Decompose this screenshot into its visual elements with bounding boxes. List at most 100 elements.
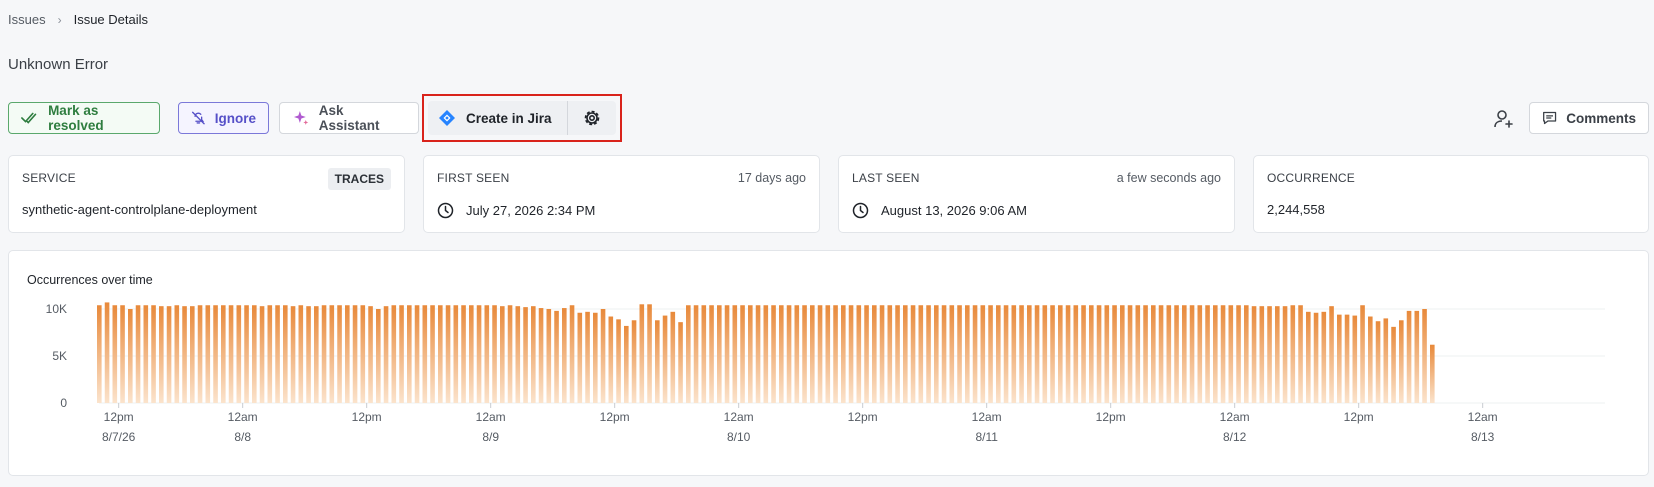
chart-bar[interactable]	[972, 305, 978, 403]
chart-bar[interactable]	[445, 305, 451, 403]
chart-bar[interactable]	[1228, 305, 1234, 403]
chart-bar[interactable]	[221, 305, 226, 403]
chart-bar[interactable]	[608, 316, 614, 403]
chart-bar[interactable]	[864, 305, 869, 403]
chart-bar[interactable]	[314, 306, 319, 403]
chart-bar[interactable]	[1003, 305, 1009, 403]
comments-button[interactable]: Comments	[1529, 102, 1649, 134]
chart-bar[interactable]	[259, 306, 265, 403]
chart-bar[interactable]	[1189, 305, 1195, 403]
chart-bar[interactable]	[275, 305, 280, 403]
chart-bar[interactable]	[647, 304, 652, 403]
chart-bar[interactable]	[538, 308, 544, 403]
chart-bar[interactable]	[438, 305, 443, 403]
chart-bar[interactable]	[903, 305, 908, 403]
chart-bar[interactable]	[1011, 305, 1017, 403]
chart-bar[interactable]	[1205, 305, 1210, 403]
chart-bar[interactable]	[174, 305, 180, 403]
chart-bar[interactable]	[329, 305, 335, 403]
chart-bar[interactable]	[352, 305, 358, 403]
chart-bar[interactable]	[1282, 306, 1288, 403]
chart-bar[interactable]	[724, 305, 730, 403]
chart-bar[interactable]	[1321, 311, 1327, 403]
chart-bar[interactable]	[879, 305, 885, 403]
chart-bar[interactable]	[1251, 306, 1257, 403]
chart-bar[interactable]	[1027, 305, 1032, 403]
chart-bar[interactable]	[1267, 306, 1272, 403]
chart-bar[interactable]	[182, 306, 187, 403]
chart-bar[interactable]	[1166, 305, 1172, 403]
chart-bar[interactable]	[1143, 305, 1148, 403]
chart-bar[interactable]	[856, 305, 862, 403]
chart-bar[interactable]	[399, 305, 404, 403]
chart-bar[interactable]	[670, 311, 676, 403]
chart-bar[interactable]	[794, 305, 800, 403]
chart-bar[interactable]	[213, 305, 218, 403]
chart-bar[interactable]	[1236, 305, 1241, 403]
chart-bar[interactable]	[1213, 305, 1218, 403]
chart-bar[interactable]	[1104, 305, 1110, 403]
chart-bar[interactable]	[918, 305, 924, 403]
chart-bar[interactable]	[453, 305, 459, 403]
chart-bar[interactable]	[1081, 305, 1086, 403]
chart-bar[interactable]	[779, 305, 784, 403]
chart-bar[interactable]	[500, 306, 505, 403]
chart-bar[interactable]	[1065, 305, 1071, 403]
chart-bar[interactable]	[554, 310, 559, 403]
chart-bar[interactable]	[1360, 305, 1365, 403]
chart-bar[interactable]	[414, 305, 420, 403]
chart-bar[interactable]	[283, 305, 288, 403]
chart-bar[interactable]	[1042, 305, 1048, 403]
chart-bar[interactable]	[306, 306, 311, 403]
chart-bar[interactable]	[771, 305, 776, 403]
chart-bar[interactable]	[1344, 314, 1350, 403]
chart-bar[interactable]	[569, 305, 575, 403]
chart-bar[interactable]	[104, 302, 110, 403]
breadcrumb-issues-link[interactable]: Issues	[8, 12, 46, 27]
chart-bar[interactable]	[1182, 305, 1187, 403]
chart-bar[interactable]	[1368, 316, 1373, 403]
mark-as-resolved-button[interactable]: Mark as resolved	[8, 102, 160, 134]
chart-bar[interactable]	[686, 305, 691, 403]
chart-bar[interactable]	[461, 305, 466, 403]
chart-bar[interactable]	[810, 305, 815, 403]
chart-bar[interactable]	[159, 306, 164, 403]
chart-bar[interactable]	[1275, 306, 1280, 403]
chart-bar[interactable]	[1050, 305, 1055, 403]
chart-bar[interactable]	[1120, 305, 1125, 403]
chart-bar[interactable]	[205, 305, 211, 403]
traces-badge[interactable]: TRACES	[327, 168, 391, 190]
chart-bar[interactable]	[957, 305, 962, 403]
chart-bar[interactable]	[1034, 305, 1040, 403]
chart-bar[interactable]	[531, 306, 536, 403]
chart-bar[interactable]	[1298, 305, 1303, 403]
chart-bar[interactable]	[817, 305, 823, 403]
chart-bar[interactable]	[166, 306, 172, 403]
create-in-jira-button[interactable]: Create in Jira	[428, 101, 568, 135]
chart-bar[interactable]	[872, 305, 877, 403]
chart-bar[interactable]	[290, 306, 296, 403]
chart-bar[interactable]	[321, 305, 327, 403]
chart-bar[interactable]	[244, 305, 249, 403]
chart-bar[interactable]	[252, 305, 257, 403]
chart-bar[interactable]	[1197, 305, 1203, 403]
chart-bar[interactable]	[298, 305, 304, 403]
chart-bar[interactable]	[1290, 305, 1296, 403]
chart-bar[interactable]	[1151, 305, 1156, 403]
ignore-button[interactable]: Ignore	[178, 102, 269, 134]
chart-bar[interactable]	[949, 305, 955, 403]
chart-bar[interactable]	[980, 305, 986, 403]
chart-bar[interactable]	[786, 305, 792, 403]
chart-bar[interactable]	[337, 305, 342, 403]
chart-bar[interactable]	[1244, 305, 1249, 403]
chart-bar[interactable]	[1406, 310, 1412, 403]
chart-bar[interactable]	[1414, 310, 1420, 403]
chart-bar[interactable]	[748, 305, 753, 403]
chart-bar[interactable]	[1096, 305, 1102, 403]
chart-bar[interactable]	[1019, 305, 1024, 403]
chart-bar[interactable]	[476, 305, 482, 403]
chart-bar[interactable]	[376, 309, 381, 403]
chart-bar[interactable]	[631, 320, 637, 403]
chart-bar[interactable]	[717, 305, 722, 403]
chart-bar[interactable]	[1220, 305, 1226, 403]
